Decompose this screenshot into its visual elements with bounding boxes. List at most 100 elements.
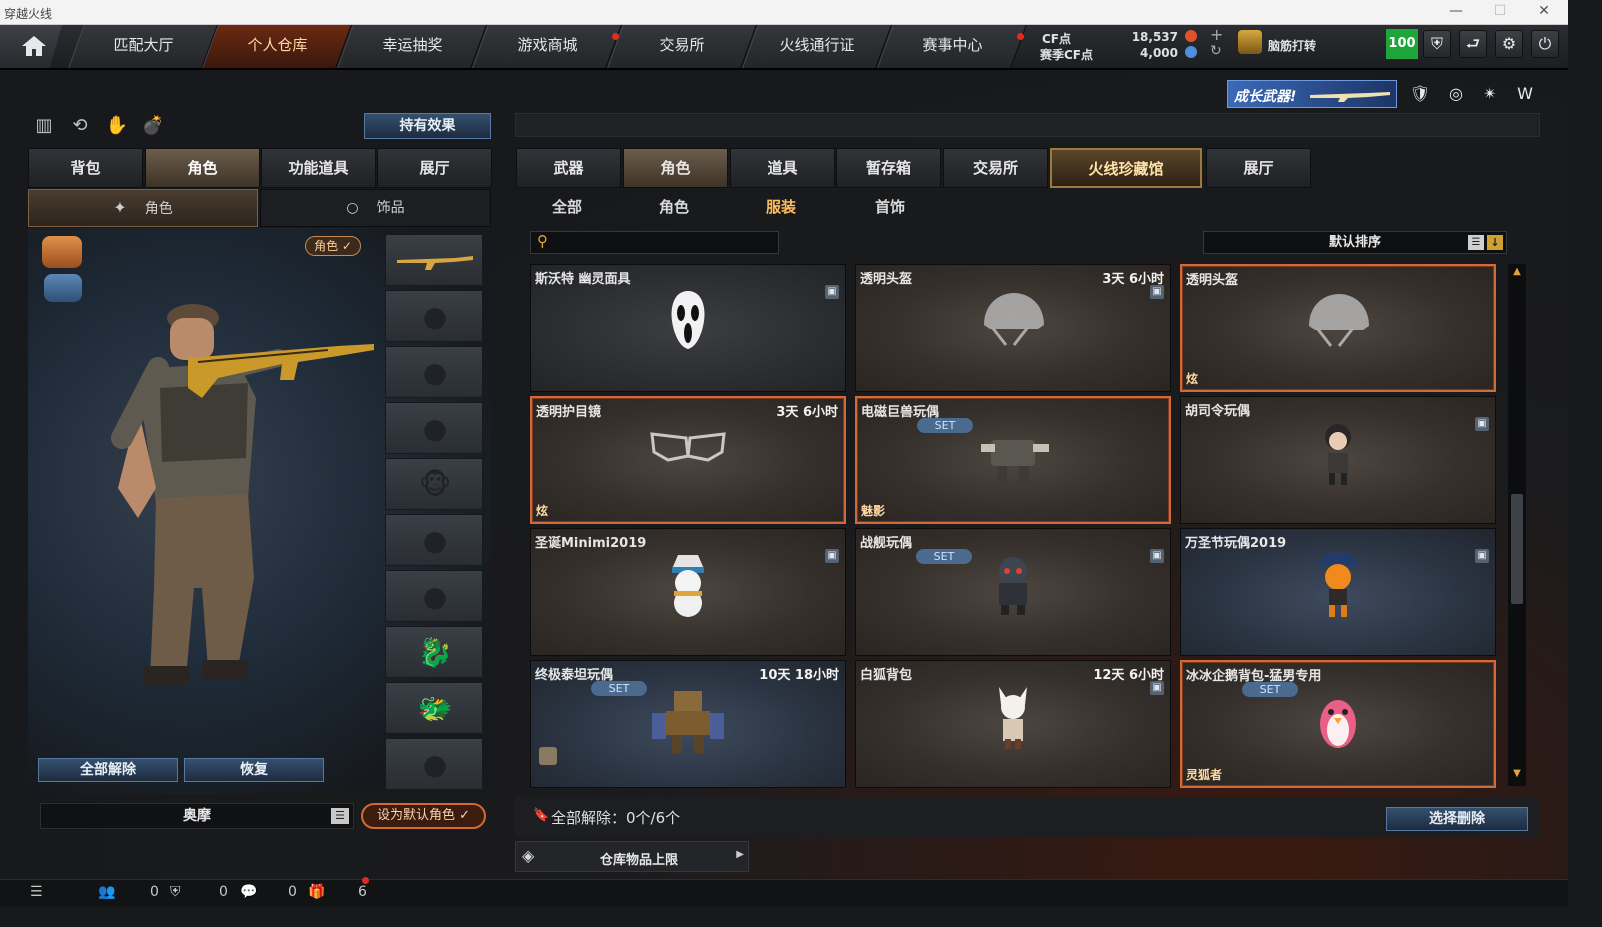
right-tab-0[interactable]: 武器 <box>516 148 621 188</box>
equipment-slot[interactable]: ● <box>385 402 483 454</box>
badge-v-icon[interactable]: 🛡 <box>1406 81 1434 109</box>
growth-weapon-banner[interactable]: 成长武器! <box>1227 80 1397 108</box>
item-card[interactable]: 斯沃特 幽灵面具 ▣ <box>530 264 846 392</box>
filter-1[interactable]: 角色 <box>659 196 689 217</box>
mask-emblem-icon[interactable] <box>44 274 82 302</box>
exit-room-icon[interactable]: ⮐ <box>1459 30 1487 58</box>
equipment-slot[interactable]: ● <box>385 738 483 790</box>
item-name: 万圣节玩偶2019 <box>1185 536 1287 551</box>
nav-tab-0[interactable]: 匹配大厅 <box>68 25 218 68</box>
friends-icon[interactable]: 👥 <box>98 884 115 900</box>
left-tab-2[interactable]: 功能道具 <box>261 148 376 188</box>
item-card[interactable]: 胡司令玩偶 ▣ <box>1180 396 1496 524</box>
equipment-slot[interactable]: ● <box>385 570 483 622</box>
right-tab-1[interactable]: 角色 <box>623 148 728 188</box>
subtab-role[interactable]: ✦ 角色 <box>28 189 258 227</box>
w-logo-icon[interactable]: W <box>1511 81 1539 109</box>
emblem-icon[interactable]: ✴ <box>1476 81 1504 109</box>
unequip-count-text: 全部解除：0个/6个 <box>551 809 681 827</box>
nav-tab-4[interactable]: 交易所 <box>607 25 757 68</box>
friends-count: 0 <box>150 884 159 900</box>
rifle-icon <box>1310 92 1390 102</box>
character-preview[interactable]: 角色 ✓ 全部解除 恢复 ● ● ● 🐵 ● ● 🐉 🐲 ● <box>28 228 491 794</box>
sort-list-icon[interactable]: ☰ <box>1468 235 1484 250</box>
equipment-slot[interactable]: 🐉 <box>385 626 483 678</box>
username[interactable]: 脑筋打转 <box>1268 37 1316 54</box>
filter-3[interactable]: 首饰 <box>875 196 905 217</box>
penguin-backpack-icon <box>1182 686 1494 756</box>
equipment-slot[interactable]: 🐲 <box>385 682 483 734</box>
item-card[interactable]: 冰冰企鹅背包-猛男专用 SET 灵狐者 <box>1180 660 1496 788</box>
minimize-button[interactable]: — <box>1436 3 1476 19</box>
power-icon[interactable]: ⏻ <box>1531 30 1559 58</box>
clan-shield-icon[interactable]: ⛨ <box>170 884 181 900</box>
left-tab-1[interactable]: 角色 <box>145 148 260 188</box>
nav-tab-3[interactable]: 游戏商城 <box>472 25 622 68</box>
equipment-slot[interactable] <box>385 234 483 286</box>
right-tab-4[interactable]: 交易所 <box>943 148 1048 188</box>
left-tab-0[interactable]: 背包 <box>28 148 143 188</box>
chat-bubble-icon[interactable]: 💬 <box>240 884 257 900</box>
filter-0[interactable]: 全部 <box>552 196 582 217</box>
gift-icon[interactable]: 🎁 <box>308 884 325 900</box>
nav-tab-1[interactable]: 个人仓库 <box>202 25 352 68</box>
item-card[interactable]: 终极泰坦玩偶 10天 18小时 SET <box>530 660 846 788</box>
item-card[interactable]: 万圣节玩偶2019 ▣ <box>1180 528 1496 656</box>
subtab-accessory[interactable]: ○ 饰品 <box>260 189 491 227</box>
equipment-slot[interactable]: ● <box>385 290 483 342</box>
select-delete-button[interactable]: 选择删除 <box>1386 807 1528 831</box>
item-card[interactable]: 电磁巨兽玩偶 SET 魅影 <box>855 396 1171 524</box>
nav-tab-6[interactable]: 赛事中心 <box>877 25 1027 68</box>
refresh-icon[interactable]: ↻ <box>1210 43 1222 59</box>
grenade-icon[interactable]: 💣 <box>140 113 166 139</box>
set-default-character-button[interactable]: 设为默认角色 ✓ <box>361 803 486 829</box>
globe-icon[interactable]: ◎ <box>1442 81 1470 109</box>
owned-effects-button[interactable]: 持有效果 <box>364 113 491 139</box>
cf-coin-icon <box>1185 30 1197 42</box>
item-card[interactable]: 战舰玩偶 ▣ SET <box>855 528 1171 656</box>
right-tab-5[interactable]: 火线珍藏馆 <box>1050 148 1202 188</box>
character-list-icon[interactable]: ☰ <box>331 808 349 824</box>
recharge-button[interactable]: + <box>1210 25 1223 44</box>
capacity-bar[interactable]: ◈ 仓库物品上限 ▶ <box>515 841 749 872</box>
equipment-slot[interactable]: ● <box>385 514 483 566</box>
right-tab-3[interactable]: 暂存箱 <box>836 148 941 188</box>
item-card[interactable]: 透明护目镜 3天 6小时炫 <box>530 396 846 524</box>
item-scrollbar[interactable]: ▲ ▼ <box>1508 264 1526 786</box>
item-name: 白狐背包 <box>860 668 913 683</box>
sort-direction-icon[interactable]: ↓ <box>1487 235 1503 250</box>
stats-icon[interactable]: ▥ <box>31 113 57 139</box>
fox-emblem-icon[interactable] <box>42 236 82 268</box>
menu-list-icon[interactable]: ☰ <box>30 884 43 900</box>
item-tag: 炫 <box>536 504 549 518</box>
item-card[interactable]: 圣诞Minimi2019 ▣ <box>530 528 846 656</box>
settings-gear-icon[interactable]: ⚙ <box>1495 30 1523 58</box>
nav-tab-2[interactable]: 幸运抽奖 <box>337 25 487 68</box>
figure-doll-icon <box>1181 421 1495 491</box>
pose-icon[interactable]: ✋ <box>104 113 130 139</box>
item-card[interactable]: 白狐背包 12天 6小时 ▣ <box>855 660 1171 788</box>
nav-tab-5[interactable]: 火线通行证 <box>742 25 892 68</box>
rotate-icon[interactable]: ⟲ <box>67 113 93 139</box>
expand-arrow-icon: ▶ <box>736 849 744 860</box>
sort-dropdown[interactable]: 默认排序 ☰ ↓ <box>1203 231 1507 254</box>
filter-2[interactable]: 服装 <box>766 196 796 217</box>
right-tab-6[interactable]: 展厅 <box>1206 148 1311 188</box>
equipment-slot[interactable]: ● <box>385 346 483 398</box>
scroll-up-icon[interactable]: ▲ <box>1510 266 1524 280</box>
trade-badge-icon <box>539 747 557 765</box>
scroll-thumb[interactable] <box>1511 494 1523 604</box>
item-card[interactable]: 透明头盔 3天 6小时 ▣ <box>855 264 1171 392</box>
scroll-down-icon[interactable]: ▼ <box>1510 768 1524 782</box>
restore-button[interactable]: 恢复 <box>184 758 324 782</box>
right-tab-2[interactable]: 道具 <box>730 148 835 188</box>
equipment-slot[interactable]: 🐵 <box>385 458 483 510</box>
left-tab-3[interactable]: 展厅 <box>377 148 492 188</box>
item-card[interactable]: 透明头盔炫 <box>1180 264 1496 392</box>
shield-icon[interactable]: ⛨ <box>1423 30 1451 58</box>
close-button[interactable]: ✕ <box>1524 3 1564 19</box>
maximize-button[interactable]: ☐ <box>1480 3 1520 19</box>
unequip-all-button[interactable]: 全部解除 <box>38 758 178 782</box>
search-field[interactable]: ⚲ <box>530 231 779 254</box>
home-button[interactable] <box>0 25 62 68</box>
